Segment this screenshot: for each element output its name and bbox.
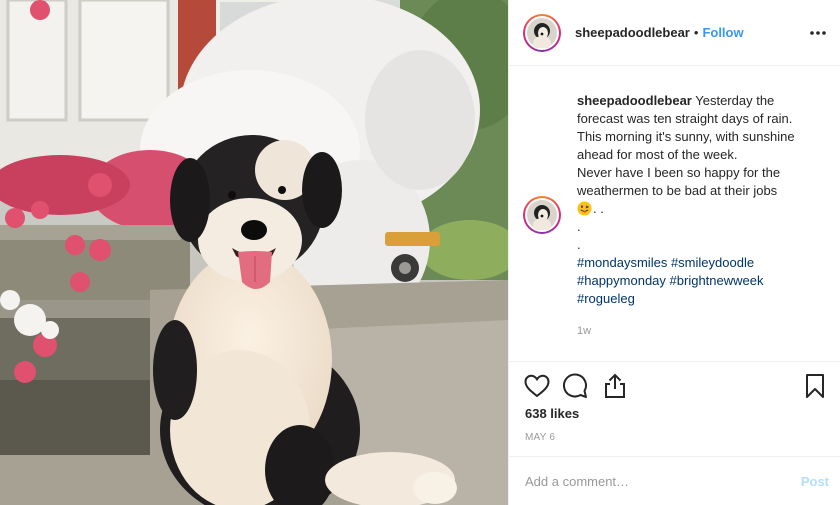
save-button[interactable] bbox=[801, 372, 829, 400]
comment-form: Post bbox=[509, 456, 840, 505]
instagram-post: sheepadoodlebear • Follow sheepadoodlebe… bbox=[0, 0, 840, 505]
caption-line: Yesterday the bbox=[691, 93, 775, 108]
hashtag-brightnewweek[interactable]: #brightnewweek bbox=[670, 273, 764, 288]
avatar[interactable] bbox=[523, 13, 561, 52]
more-options-button[interactable] bbox=[807, 22, 829, 44]
caption-line: weathermen to be bad at their jobs bbox=[577, 183, 778, 198]
caption-avatar[interactable] bbox=[523, 196, 561, 234]
more-horizontal-icon bbox=[810, 30, 826, 35]
post-actions: 638 likes MAY 6 bbox=[509, 361, 840, 455]
dog-avatar-icon bbox=[527, 200, 557, 230]
comment-button[interactable] bbox=[561, 372, 589, 400]
hashtag-smileydoodle[interactable]: #smileydoodle bbox=[671, 255, 754, 270]
share-button[interactable] bbox=[601, 372, 629, 400]
caption-username[interactable]: sheepadoodlebear bbox=[577, 93, 692, 108]
post-header: sheepadoodlebear • Follow bbox=[509, 0, 840, 66]
header-username[interactable]: sheepadoodlebear bbox=[575, 25, 690, 40]
dog-avatar-icon bbox=[527, 17, 557, 48]
dog-photo bbox=[0, 0, 508, 505]
bookmark-icon bbox=[806, 374, 824, 398]
share-icon bbox=[605, 373, 625, 398]
caption-emoji-suffix: . . bbox=[593, 201, 604, 216]
likes-count[interactable]: 638 likes bbox=[525, 406, 579, 421]
comment-input[interactable] bbox=[525, 473, 801, 489]
caption-line: ahead for most of the week. bbox=[577, 147, 738, 162]
post-date[interactable]: MAY 6 bbox=[525, 432, 555, 443]
caption-text: sheepadoodlebear Yesterday the forecast … bbox=[577, 92, 833, 340]
caption-line: This morning it's sunny, with sunshine bbox=[577, 129, 795, 144]
caption-line: forecast was ten straight days of rain. bbox=[577, 111, 793, 126]
follow-button[interactable]: Follow bbox=[702, 25, 743, 40]
tongue-face-emoji-icon bbox=[577, 201, 592, 216]
post-sidebar: sheepadoodlebear • Follow sheepadoodlebe… bbox=[508, 0, 840, 505]
post-time[interactable]: 1w bbox=[577, 322, 833, 340]
comment-icon bbox=[563, 373, 587, 398]
post-photo[interactable] bbox=[0, 0, 508, 505]
heart-icon bbox=[524, 374, 550, 398]
hashtag-happymonday[interactable]: #happymonday bbox=[577, 273, 666, 288]
caption-dot: . bbox=[577, 219, 581, 234]
post-comment-button[interactable]: Post bbox=[801, 474, 829, 489]
caption-dot: . bbox=[577, 237, 581, 252]
header-separator: • bbox=[693, 25, 699, 40]
like-button[interactable] bbox=[523, 372, 551, 400]
hashtag-rogueleg[interactable]: #rogueleg bbox=[577, 291, 635, 306]
hashtag-mondaysmiles[interactable]: #mondaysmiles bbox=[577, 255, 667, 270]
caption-line: Never have I been so happy for the bbox=[577, 165, 781, 180]
